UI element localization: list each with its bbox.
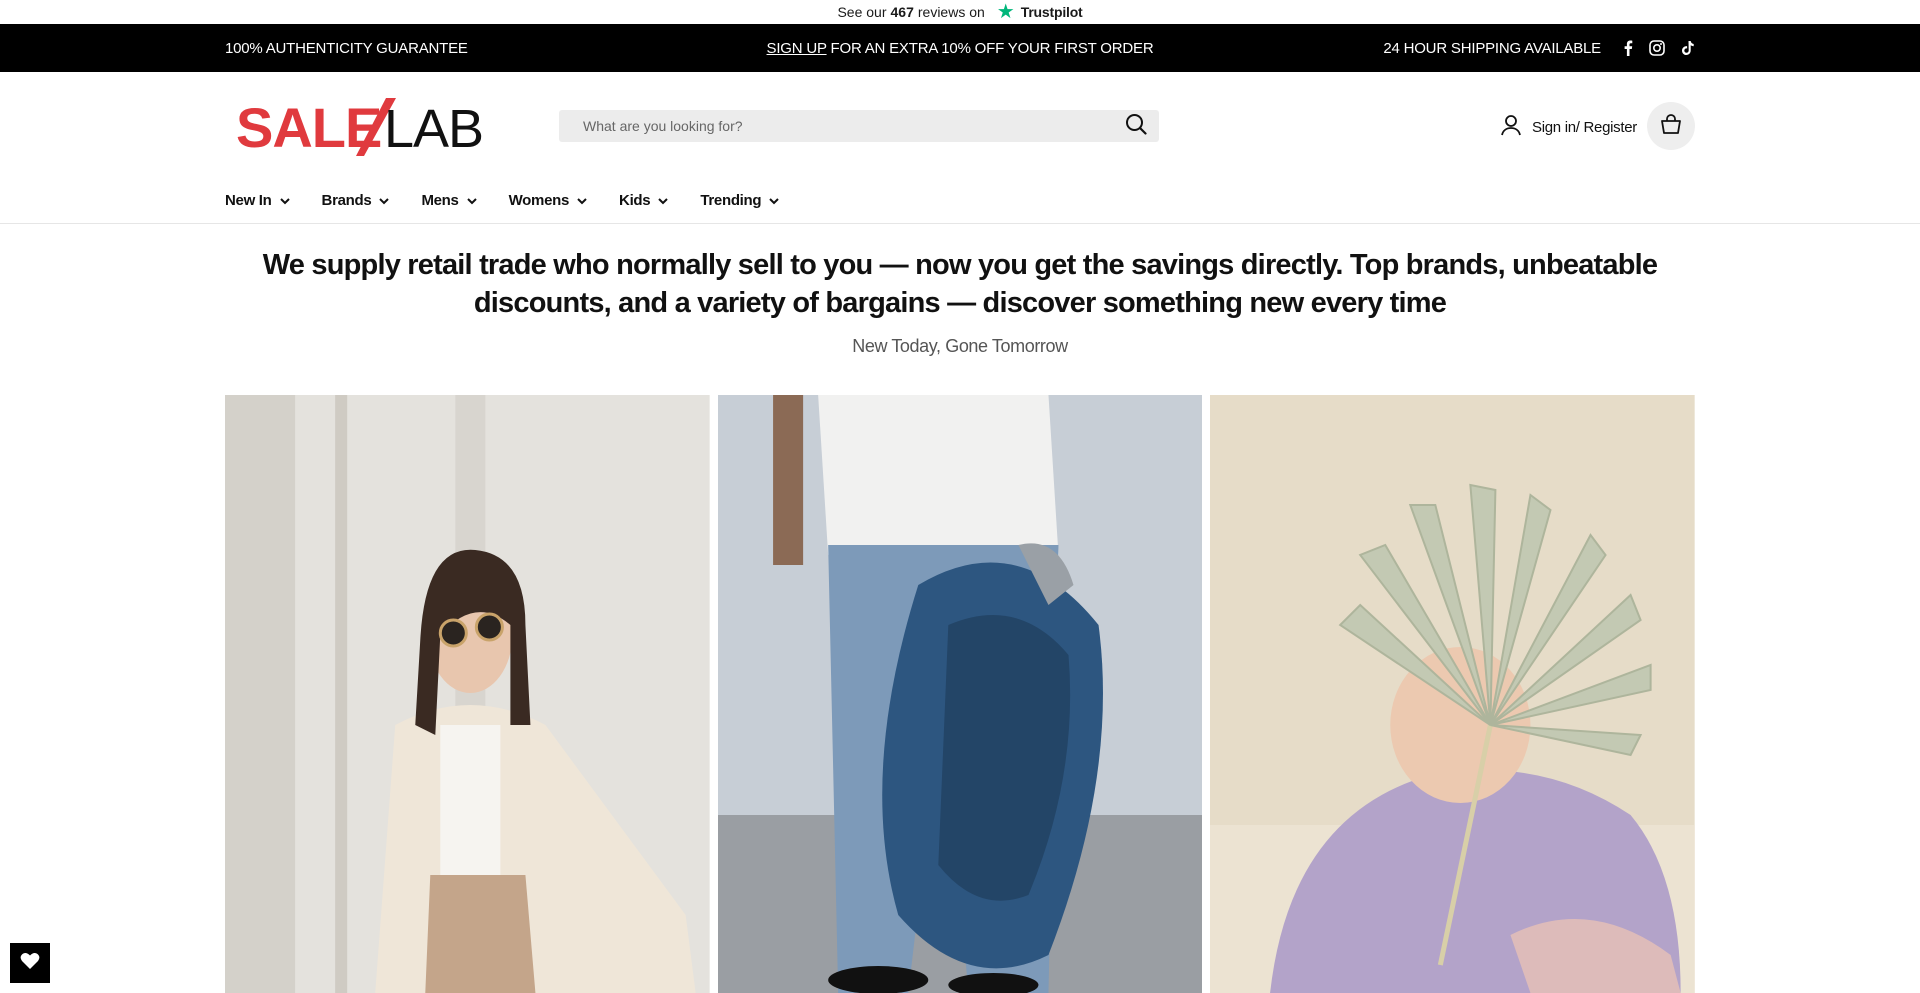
kids-photo	[1210, 395, 1696, 993]
mens-tile[interactable]	[717, 395, 1203, 993]
nav-item-trending[interactable]: Trending	[700, 192, 779, 209]
nav-label: Womens	[508, 192, 570, 209]
facebook-icon[interactable]	[1623, 40, 1633, 56]
category-tiles	[225, 395, 1696, 993]
salelab-logo[interactable]: SALE LAB	[236, 94, 492, 160]
nav-label: New In	[225, 192, 272, 209]
womens-tile[interactable]	[225, 395, 710, 993]
chevron-down-icon	[279, 192, 290, 209]
instagram-icon[interactable]	[1649, 40, 1665, 56]
search-input[interactable]	[583, 118, 1125, 134]
search-bar	[559, 110, 1159, 142]
tiktok-icon[interactable]	[1681, 40, 1695, 56]
hero-subline: New Today, Gone Tomorrow	[852, 336, 1068, 356]
nav-item-womens[interactable]: Womens	[509, 192, 587, 209]
nav-item-kids[interactable]: Kids	[619, 192, 669, 209]
chevron-down-icon	[379, 192, 390, 209]
trustpilot-brand: Trustpilot	[1020, 4, 1083, 20]
chevron-down-icon	[769, 192, 779, 209]
trustpilot-prefix: See our	[837, 4, 887, 20]
shipping-text: 24 HOUR SHIPPING AVAILABLE	[1383, 39, 1601, 57]
main-nav: New In Brands Mens Womens Kids Trending	[0, 178, 1920, 224]
mens-photo	[717, 395, 1203, 993]
nav-label: Brands	[321, 192, 372, 209]
nav-item-mens[interactable]: Mens	[421, 192, 477, 209]
hero-headline: We supply retail trade who normally sell…	[262, 249, 1658, 319]
signup-promo-text: FOR AN EXTRA 10% OFF YOUR FIRST ORDER	[826, 39, 1154, 57]
announcement-bar: 100% AUTHENTICITY GUARANTEE SIGN UP FOR …	[0, 24, 1920, 72]
svg-text:LAB: LAB	[384, 99, 483, 159]
search-icon[interactable]	[1125, 113, 1147, 140]
account-label: Sign in/ Register	[1532, 118, 1637, 136]
heart-icon	[20, 952, 40, 975]
site-header: SALE LAB Sign in/ Register	[0, 72, 1920, 178]
authenticity-text: 100% AUTHENTICITY GUARANTEE	[225, 39, 468, 57]
kids-tile[interactable]	[1210, 395, 1696, 993]
shopping-bag-icon	[1659, 113, 1683, 140]
cart-button[interactable]	[1647, 102, 1695, 150]
nav-label: Kids	[619, 192, 651, 209]
nav-item-brands[interactable]: Brands	[322, 192, 390, 209]
announcement-right: 24 HOUR SHIPPING AVAILABLE	[1383, 40, 1695, 57]
signup-promo: SIGN UP FOR AN EXTRA 10% OFF YOUR FIRST …	[767, 40, 1154, 57]
wishlist-button[interactable]	[10, 943, 50, 983]
nav-label: Mens	[421, 192, 459, 209]
nav-item-new-in[interactable]: New In	[225, 192, 290, 209]
trustpilot-star-icon: ★	[996, 1, 1015, 23]
signup-link[interactable]: SIGN UP	[767, 40, 827, 57]
womens-photo	[225, 395, 710, 993]
trustpilot-bar[interactable]: See our 467 reviews on ★ Trustpilot	[0, 0, 1920, 24]
chevron-down-icon	[658, 192, 669, 209]
chevron-down-icon	[577, 192, 587, 209]
chevron-down-icon	[466, 192, 477, 209]
trustpilot-count: 467	[890, 4, 914, 20]
user-icon	[1500, 114, 1522, 140]
trustpilot-suffix: reviews on	[917, 4, 985, 20]
hero-section: We supply retail trade who normally sell…	[0, 224, 1920, 357]
nav-label: Trending	[700, 192, 762, 209]
account-link[interactable]: Sign in/ Register	[1500, 114, 1637, 140]
social-links	[1623, 40, 1695, 56]
